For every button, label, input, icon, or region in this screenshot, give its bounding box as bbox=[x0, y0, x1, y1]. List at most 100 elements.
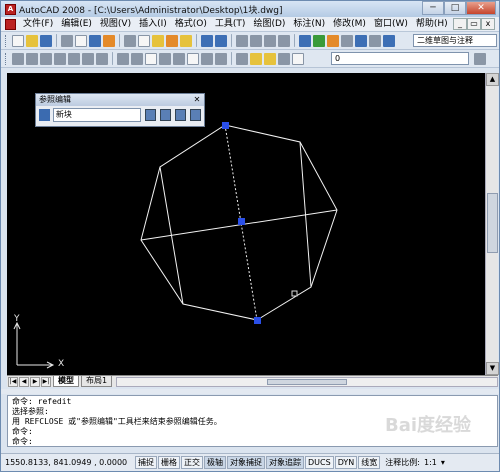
tab-last-button[interactable]: ▶| bbox=[41, 376, 51, 387]
refedit-title-bar[interactable]: 参照编辑 ✕ bbox=[36, 94, 204, 106]
print-icon[interactable] bbox=[61, 34, 73, 47]
make-current-layer-icon[interactable] bbox=[474, 53, 486, 65]
maximize-button[interactable]: □ bbox=[444, 1, 466, 15]
menu-edit[interactable]: 编辑(E) bbox=[57, 17, 96, 32]
refedit-block-name-field[interactable]: 新块 bbox=[52, 108, 141, 122]
menu-draw[interactable]: 绘图(D) bbox=[249, 17, 289, 32]
tab-first-button[interactable]: |◀ bbox=[8, 376, 18, 387]
scroll-down-arrow[interactable]: ▼ bbox=[486, 362, 499, 375]
command-window-grip[interactable] bbox=[1, 389, 499, 394]
horizontal-scroll-thumb[interactable] bbox=[267, 378, 348, 385]
sheet-set-icon[interactable] bbox=[341, 34, 353, 47]
toolbar-grip[interactable] bbox=[5, 34, 8, 47]
design-center-icon[interactable] bbox=[313, 34, 325, 47]
move-icon[interactable] bbox=[54, 52, 66, 65]
grip-top[interactable] bbox=[222, 122, 229, 129]
annotation-scale-value[interactable]: 1:1 bbox=[424, 458, 437, 467]
match-properties-icon[interactable] bbox=[166, 34, 178, 47]
layer-on-icon[interactable] bbox=[250, 52, 262, 65]
remove-from-working-set-icon[interactable] bbox=[159, 109, 171, 121]
block-editor-icon[interactable] bbox=[180, 34, 192, 47]
layer-color-icon[interactable] bbox=[292, 52, 304, 65]
horizontal-scrollbar[interactable] bbox=[116, 376, 498, 387]
minimize-button[interactable]: ─ bbox=[422, 1, 444, 15]
fillet-icon[interactable] bbox=[215, 52, 227, 65]
grip-center[interactable] bbox=[238, 218, 245, 225]
mirror-icon[interactable] bbox=[131, 52, 143, 65]
properties-icon[interactable] bbox=[299, 34, 311, 47]
extend-icon[interactable] bbox=[96, 52, 108, 65]
chevron-down-icon[interactable]: ▾ bbox=[441, 458, 445, 467]
spline-icon[interactable] bbox=[201, 52, 213, 65]
coordinate-readout[interactable]: 1550.8133, 841.0949 , 0.0000 bbox=[1, 458, 135, 467]
polar-toggle[interactable]: 极轴 bbox=[204, 456, 226, 469]
lineweight-toggle[interactable]: 线宽 bbox=[358, 456, 381, 469]
menu-modify[interactable]: 修改(M) bbox=[329, 17, 370, 32]
doc-close-button[interactable]: x bbox=[481, 18, 495, 30]
layer-freeze-icon[interactable] bbox=[264, 52, 276, 65]
menu-tools[interactable]: 工具(T) bbox=[211, 17, 250, 32]
construction-line-icon[interactable] bbox=[26, 52, 38, 65]
refedit-close-button[interactable]: ✕ bbox=[192, 95, 202, 104]
osnap-toggle[interactable]: 对象捕捉 bbox=[227, 456, 265, 469]
copy-icon[interactable] bbox=[138, 34, 150, 47]
pan-icon[interactable] bbox=[236, 34, 248, 47]
zoom-window-icon[interactable] bbox=[264, 34, 276, 47]
doc-restore-button[interactable]: ▭ bbox=[467, 18, 481, 30]
rotate-icon[interactable] bbox=[68, 52, 80, 65]
menu-insert[interactable]: 插入(I) bbox=[135, 17, 171, 32]
zoom-previous-icon[interactable] bbox=[278, 34, 290, 47]
save-icon[interactable] bbox=[40, 34, 52, 47]
menu-format[interactable]: 格式(O) bbox=[171, 17, 211, 32]
ducs-toggle[interactable]: DUCS bbox=[305, 456, 334, 469]
markup-icon[interactable] bbox=[355, 34, 367, 47]
arc-icon[interactable] bbox=[159, 52, 171, 65]
doc-minimize-button[interactable]: _ bbox=[453, 18, 467, 30]
new-icon[interactable] bbox=[12, 34, 24, 47]
workspace-combo[interactable]: 二维草图与注释 bbox=[413, 34, 497, 47]
paste-icon[interactable] bbox=[152, 34, 164, 47]
toolbar-grip[interactable] bbox=[5, 52, 8, 65]
help-icon[interactable] bbox=[383, 34, 395, 47]
close-button[interactable]: ✕ bbox=[466, 1, 496, 15]
trim-icon[interactable] bbox=[82, 52, 94, 65]
save-back-changes-icon[interactable] bbox=[189, 109, 201, 121]
open-icon[interactable] bbox=[26, 34, 38, 47]
offset-icon[interactable] bbox=[117, 52, 129, 65]
layer-properties-icon[interactable] bbox=[236, 52, 248, 65]
zoom-realtime-icon[interactable] bbox=[250, 34, 262, 47]
rectangle-icon[interactable] bbox=[145, 52, 157, 65]
circle-icon[interactable] bbox=[173, 52, 185, 65]
cut-icon[interactable] bbox=[124, 34, 136, 47]
command-prompt-line[interactable]: 命令: bbox=[12, 437, 493, 447]
scroll-up-arrow[interactable]: ▲ bbox=[486, 73, 499, 86]
polyline-icon[interactable] bbox=[40, 52, 52, 65]
calculator-icon[interactable] bbox=[369, 34, 381, 47]
vertical-scrollbar[interactable]: ▲ ▼ bbox=[485, 73, 499, 375]
tab-layout1[interactable]: 布局1 bbox=[81, 376, 113, 387]
document-icon[interactable] bbox=[5, 18, 16, 30]
line-icon[interactable] bbox=[12, 52, 24, 65]
hatch-icon[interactable] bbox=[187, 52, 199, 65]
publish-icon[interactable] bbox=[89, 34, 101, 47]
undo-icon[interactable] bbox=[201, 34, 213, 47]
tab-prev-button[interactable]: ◀ bbox=[19, 376, 29, 387]
vertical-scroll-thumb[interactable] bbox=[487, 193, 498, 253]
otrack-toggle[interactable]: 对象追踪 bbox=[266, 456, 304, 469]
dyn-toggle[interactable]: DYN bbox=[334, 456, 358, 469]
tool-palettes-icon[interactable] bbox=[327, 34, 339, 47]
preview-icon[interactable] bbox=[75, 34, 87, 47]
discard-changes-icon[interactable] bbox=[174, 109, 186, 121]
menu-help[interactable]: 帮助(H) bbox=[412, 17, 452, 32]
layer-combo[interactable]: 0 bbox=[331, 52, 469, 65]
menu-dimension[interactable]: 标注(N) bbox=[289, 17, 329, 32]
layer-lock-icon[interactable] bbox=[278, 52, 290, 65]
grid-toggle[interactable]: 栅格 bbox=[158, 456, 180, 469]
menu-file[interactable]: 文件(F) bbox=[19, 17, 57, 32]
tab-model[interactable]: 模型 bbox=[53, 376, 79, 387]
add-to-working-set-icon[interactable] bbox=[144, 109, 156, 121]
ortho-toggle[interactable]: 正交 bbox=[181, 456, 203, 469]
menu-view[interactable]: 视图(V) bbox=[96, 17, 135, 32]
redo-icon[interactable] bbox=[215, 34, 227, 47]
grip-bottom[interactable] bbox=[254, 317, 261, 324]
